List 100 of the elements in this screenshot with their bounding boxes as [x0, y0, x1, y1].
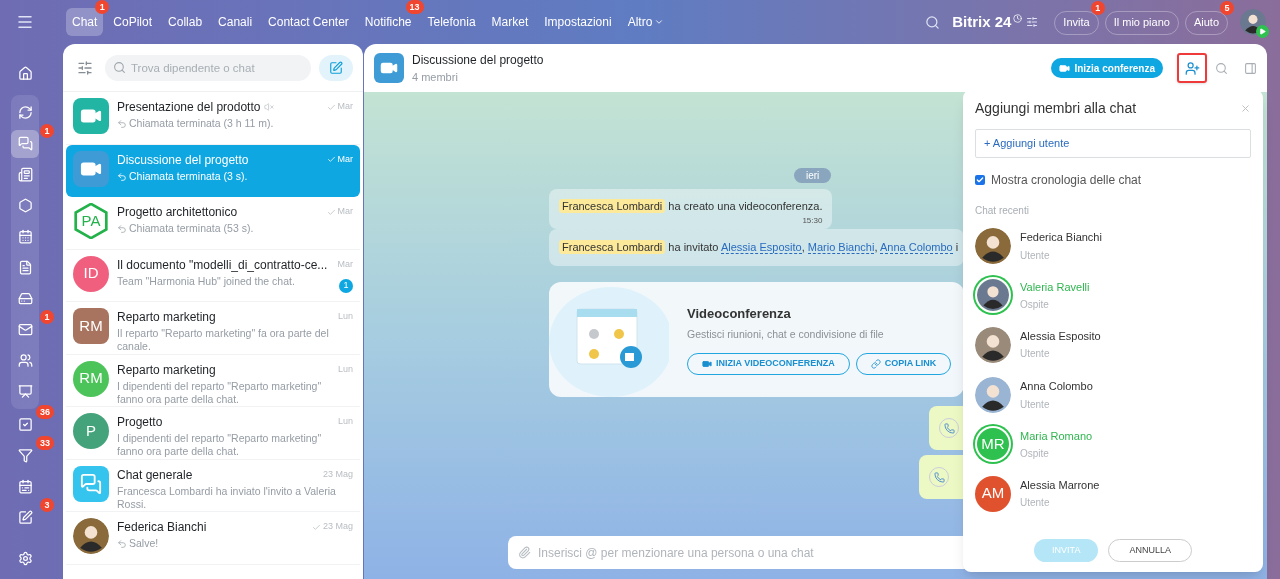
mention[interactable]: Francesca Lombardi: [559, 240, 666, 254]
hexagon-avatar: PA: [73, 203, 109, 239]
chat-list-item[interactable]: RM Reparto marketing Lun I dipendenti del reparto "Reparto marketing" fanno ora parte della chat.: [66, 354, 360, 407]
chat-icon: [17, 136, 33, 151]
search-field[interactable]: Trova dipendente o chat: [105, 54, 311, 81]
member-item[interactable]: Federica Bianchi Utente: [975, 228, 1251, 264]
chat-list-item[interactable]: Chat generale 23 Mag Francesca Lombardi ha inviato l'invito a Valeria Rossi.: [66, 459, 360, 512]
chat-list-item[interactable]: ID Il documento "modelli_di_contratto-ce... Mar Team "Harmonia Hub" joined the chat. 1: [66, 249, 360, 302]
member-role: Ospite: [1020, 447, 1050, 461]
settings-icon: [17, 551, 33, 566]
calendar-icon: [17, 229, 33, 244]
search-icon: [113, 60, 126, 74]
chat-list-item[interactable]: Presentazione del prodotto Mar Chiamata terminata (3 h 11 m).: [66, 92, 360, 145]
initials-avatar: RM: [73, 360, 109, 397]
hexagon-icon: [17, 198, 33, 213]
member-role: Utente: [1020, 496, 1051, 511]
search-icon[interactable]: [925, 14, 941, 30]
chat-list-item[interactable]: PA Progetto architettonico Mar Chiamata terminata (53 s).: [66, 197, 360, 250]
side-panel-icon[interactable]: [1244, 61, 1257, 75]
member-item[interactable]: MR Maria Romano Ospite: [975, 427, 1251, 461]
chat-preview: Chiamata terminata (3 h 11 m).: [129, 117, 275, 130]
drive-icon: [17, 291, 33, 306]
filter-icon[interactable]: [77, 59, 93, 76]
chat-date: 23 Mag: [322, 520, 353, 534]
chat-preview: Chiamata terminata (3 s).: [129, 169, 249, 183]
chat-date: Mar: [337, 257, 353, 271]
menu-icon[interactable]: [16, 13, 34, 31]
member-item[interactable]: Valeria Ravelli Ospite: [975, 278, 1251, 312]
board-icon: [17, 384, 33, 399]
nav-tab[interactable]: CoPilot: [107, 8, 159, 36]
nav-tab[interactable]: Market: [485, 8, 535, 36]
mail-icon: [17, 322, 33, 337]
card-title: Videoconferenza: [687, 304, 792, 323]
chat-header-subtitle: 4 membri: [412, 69, 459, 85]
card-description: Gestisci riunioni, chat e condivisione di file: [687, 327, 885, 343]
count-badge: 3: [40, 497, 54, 512]
schedule-icon: [17, 479, 33, 494]
chat-preview: Team "Harmonia Hub" joined the chat.: [117, 274, 296, 288]
chat-date: Lun: [337, 310, 353, 324]
video-camera-icon: [702, 359, 712, 370]
nav-tab[interactable]: Altro: [621, 8, 671, 36]
add-member-button[interactable]: [1177, 53, 1207, 83]
link-icon: [870, 359, 881, 370]
nav-tab[interactable]: Telefonia: [421, 8, 482, 36]
nav-tab[interactable]: Canali: [212, 8, 259, 36]
chat-title: Federica Bianchi: [117, 519, 207, 536]
member-item[interactable]: Alessia Esposito Utente: [975, 326, 1251, 363]
member-name: Federica Bianchi: [1020, 230, 1102, 246]
add-user-icon: [1184, 60, 1200, 76]
logo: Bitrix 24: [952, 11, 1012, 32]
document-icon: [17, 260, 33, 275]
member-name: Anna Colombo: [1020, 379, 1093, 395]
count-badge: 13: [405, 0, 424, 14]
member-item[interactable]: AM Alessia Marrone Utente: [975, 475, 1251, 512]
dialog-title: Aggiungi membri alla chat: [975, 99, 1137, 118]
mention[interactable]: Francesca Lombardi: [559, 199, 666, 213]
chat-title: Discussione del progetto: [117, 151, 249, 169]
chat-list-item[interactable]: Federica Bianchi 23 Mag Salve!: [66, 512, 360, 565]
chat-title: Chat generale: [117, 466, 193, 484]
chat-preview: Francesca Lombardi ha inviato l'invito a Valeria Rossi.: [117, 484, 337, 511]
count-badge: 36: [36, 404, 54, 419]
start-conference-button[interactable]: Inizia conferenza: [1051, 58, 1163, 78]
chat-preview: Salve!: [129, 537, 160, 550]
history-checkbox[interactable]: [975, 175, 985, 185]
search-icon[interactable]: [1215, 61, 1228, 75]
clock-icon: [1013, 13, 1023, 23]
date-chip: ieri: [794, 168, 832, 183]
add-user-field[interactable]: + Aggiungi utente: [975, 129, 1251, 158]
initials-avatar: MR: [977, 428, 1009, 461]
chat-title: Reparto marketing: [117, 361, 216, 379]
member-role: Utente: [1020, 347, 1051, 362]
sliders-icon[interactable]: [1026, 16, 1039, 28]
chevron-down-icon: [654, 17, 665, 27]
speech-bubbles-icon: [80, 472, 102, 495]
nav-tab[interactable]: Contact Center: [262, 8, 355, 36]
nav-tab[interactable]: Impostazioni: [538, 8, 618, 36]
member-role: Utente: [1020, 248, 1051, 263]
chat-list-item[interactable]: RM Reparto marketing Lun Il reparto "Reparto marketing" fa ora parte del canale.: [66, 302, 360, 355]
chat-list-item[interactable]: Discussione del progetto Mar Chiamata terminata (3 s).: [66, 144, 360, 197]
chat-preview: Chiamata terminata (53 s).: [129, 222, 255, 235]
pen-icon: [329, 60, 343, 75]
tasks-icon: [17, 417, 33, 432]
count-badge: 33: [36, 435, 54, 450]
home-icon: [17, 66, 33, 81]
chat-list-item[interactable]: P Progetto Lun I dipendenti del reparto "Reparto marketing" fanno ora parte della chat.: [66, 407, 360, 460]
user-link[interactable]: Alessia Esposito: [720, 241, 802, 254]
status-badge: [1256, 25, 1269, 38]
new-chat-button[interactable]: [319, 54, 353, 81]
phone-icon: [943, 422, 955, 434]
member-role: Ospite: [1020, 298, 1050, 312]
chat-title: Reparto marketing: [117, 309, 216, 326]
checkbox-label: Mostra cronologia delle chat: [991, 172, 1142, 189]
chat-date: Lun: [337, 362, 353, 376]
feed-icon: [17, 167, 33, 182]
count-badge: 1: [40, 123, 54, 138]
member-item[interactable]: Anna Colombo Utente: [975, 377, 1251, 413]
user-link[interactable]: Anna Colombo: [879, 241, 953, 254]
nav-tab[interactable]: Collab: [162, 8, 209, 36]
paperclip-icon[interactable]: [518, 546, 531, 559]
message-text: Francesca Lombardi ha creato una videoconferenza.: [559, 198, 823, 215]
